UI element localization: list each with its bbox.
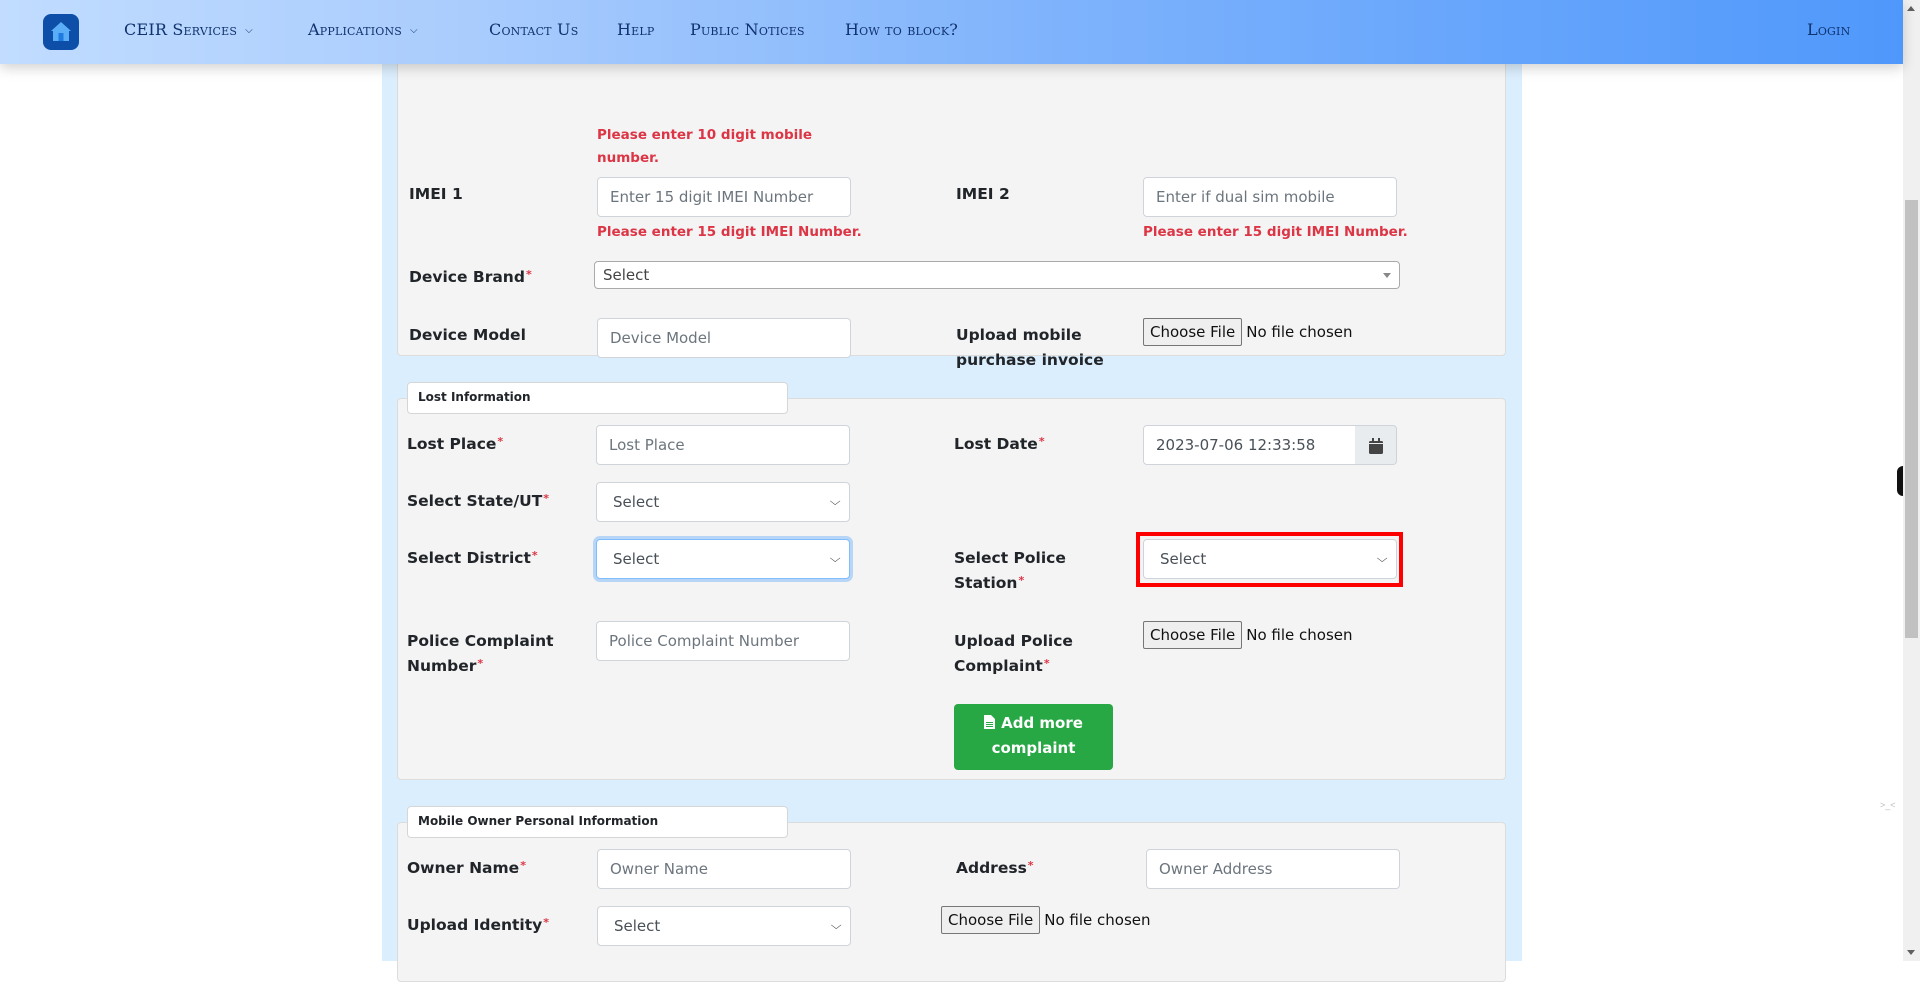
calendar-icon [1369,438,1383,454]
device-brand-select[interactable]: Select [594,261,1400,289]
add-more-complaint-button[interactable]: Add more complaint [954,704,1113,770]
mobile-error: Please enter 10 digit mobile number. [597,127,813,166]
file-status: No file chosen [1246,626,1353,644]
top-navbar: CEIR Services ⌵ Applications ⌵ Contact Us … [0,0,1903,64]
imei1-label: IMEI 1 [409,185,463,203]
dropdown-arrow-icon [1383,273,1391,278]
lost-info-legend: Lost Information [407,382,788,414]
identity-select[interactable]: Select ⌵ [597,906,851,946]
imei2-input[interactable]: Enter if dual sim mobile [1143,177,1397,217]
chevron-down-icon: ⌵ [245,25,253,36]
choose-file-button[interactable]: Choose File [941,906,1041,934]
lost-place-input[interactable]: Lost Place [596,425,850,465]
scroll-down-icon[interactable] [1907,950,1915,955]
device-model-label: Device Model [409,326,526,344]
chevron-down-icon: ⌵ [830,919,842,932]
nav-help[interactable]: Help [617,20,655,39]
select-value: Select [613,493,660,511]
select-value: Select [603,266,650,284]
nav-ceir-services[interactable]: CEIR Services ⌵ [124,20,253,39]
police-station-select[interactable]: Select ⌵ [1143,539,1397,579]
device-brand-label: Device Brand* [409,268,532,286]
chevron-down-icon: ⌵ [829,495,841,508]
address-input[interactable]: Owner Address [1146,849,1400,889]
complaint-upload-label: Upload Police Complaint* [954,632,1073,675]
select-value: Select [614,917,661,935]
file-icon [984,715,996,729]
complaint-file-input[interactable]: Choose File No file chosen [1143,621,1353,651]
identity-label: Upload Identity* [407,916,550,934]
district-label: Select District* [407,549,538,567]
vertical-scrollbar[interactable] [1903,0,1920,961]
nav-public-notices[interactable]: Public Notices [690,20,805,39]
imei1-input[interactable]: Enter 15 digit IMEI Number [597,177,851,217]
calendar-button[interactable] [1355,425,1397,465]
lost-date-label: Lost Date* [954,435,1045,453]
select-value: Select [1160,550,1207,568]
district-select[interactable]: Select ⌵ [596,539,850,579]
chevron-down-icon: ⌵ [829,552,841,565]
chevron-down-icon: ⌵ [1376,552,1388,565]
nav-label: CEIR Services [124,20,238,39]
owner-name-label: Owner Name* [407,859,526,877]
lost-place-label: Lost Place* [407,435,504,453]
lost-date-input[interactable]: 2023-07-06 12:33:58 [1143,425,1356,465]
device-info-panel: Please enter 10 digit mobile number. IME… [397,54,1506,369]
choose-file-button[interactable]: Choose File [1143,621,1243,649]
complaint-number-input[interactable]: Police Complaint Number [596,621,850,661]
invoice-file-input[interactable]: Choose File No file chosen [1143,318,1353,348]
select-value: Select [613,550,660,568]
imei2-error: Please enter 15 digit IMEI Number. [1143,224,1408,240]
file-status: No file chosen [1044,911,1151,929]
device-model-input[interactable]: Device Model [597,318,851,358]
chat-widget-icon[interactable]: >_< [1880,800,1903,820]
state-select[interactable]: Select ⌵ [596,482,850,522]
scrollbar-thumb[interactable] [1905,200,1918,638]
home-button[interactable] [43,14,79,50]
home-icon [51,22,71,41]
nav-applications[interactable]: Applications ⌵ [308,20,418,39]
imei1-error: Please enter 15 digit IMEI Number. [597,224,862,240]
nav-label: Applications [308,20,403,39]
scroll-up-icon[interactable] [1907,6,1915,11]
imei2-label: IMEI 2 [956,185,1010,203]
identity-file-input[interactable]: Choose File No file chosen [941,906,1151,936]
nav-how-to-block[interactable]: How to block? [845,20,958,39]
owner-info-panel [397,822,1506,982]
state-label: Select State/UT* [407,492,550,510]
owner-name-input[interactable]: Owner Name [597,849,851,889]
file-status: No file chosen [1246,323,1353,341]
choose-file-button[interactable]: Choose File [1143,318,1243,346]
nav-login[interactable]: Login [1807,20,1850,39]
invoice-upload-label: Upload mobile purchase invoice [956,326,1104,369]
address-label: Address* [956,859,1034,877]
nav-contact-us[interactable]: Contact Us [489,20,578,39]
owner-info-legend: Mobile Owner Personal Information [407,806,788,838]
complaint-number-label: Police Complaint Number* [407,632,554,675]
police-station-label: Select Police Station* [954,549,1066,592]
chevron-down-icon: ⌵ [410,25,418,36]
